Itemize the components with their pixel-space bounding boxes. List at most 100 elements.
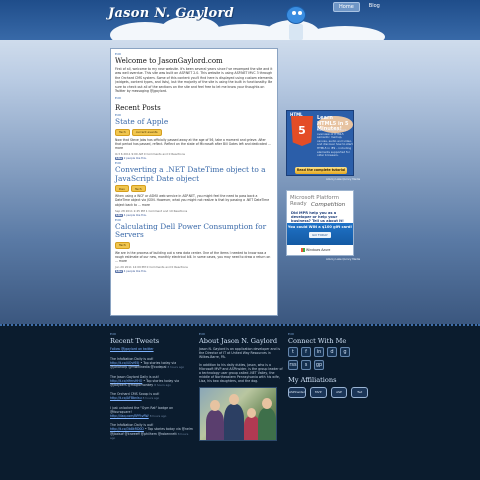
post-title[interactable]: Converting a .NET DateTime object to a J… — [115, 166, 273, 183]
tweet-time[interactable]: 8 hours ago — [154, 383, 171, 387]
facebook-like[interactable]: Like 4 people like this. — [115, 213, 273, 217]
bird-stand — [289, 24, 303, 40]
about-text: Jason N. Gaylord is an application devel… — [199, 347, 281, 360]
about-text: In addition to his daily duties, Jason, … — [199, 362, 283, 384]
site-logo[interactable]: Jason N. Gaylord — [108, 6, 234, 21]
tweet-item: The InfoNation Daily is out! http://t.co… — [110, 423, 194, 440]
photo-face — [262, 397, 272, 409]
edit-link[interactable]: Edit — [115, 52, 273, 56]
connect-section: Edit Connect With Me t f in d g rss s gp… — [288, 332, 368, 398]
post-item: Edit Calculating Dell Power Consumption … — [115, 218, 273, 274]
edit-link[interactable]: Edit — [110, 332, 194, 336]
like-count: 4 people like this. — [123, 270, 147, 274]
facebook-like[interactable]: Like 2 people like this. — [115, 157, 273, 161]
ad-body: Walk through a quick overview of HTML5 s… — [317, 128, 353, 158]
html5-shield-icon: 5 — [291, 116, 313, 146]
recent-tweets: Edit Recent Tweets Follow @jgaylord on t… — [110, 332, 194, 445]
connect-title: Connect With Me — [288, 337, 347, 345]
tweet-link[interactable]: http://t.co/AFBbnlsu — [110, 396, 142, 400]
rss-icon[interactable]: rss — [288, 360, 298, 370]
site-footer: Edit Recent Tweets Follow @jgaylord on t… — [0, 324, 480, 480]
photo-face — [247, 407, 256, 418]
mpr-ad[interactable]: Microsoft Platform Ready Competition Did… — [286, 190, 354, 256]
tweet-item: The Jason Gaylord Daily is out! http://t… — [110, 375, 194, 388]
post-excerpt: When using a WCF or ASMX web service in … — [115, 194, 270, 207]
html5-number: 5 — [298, 124, 306, 137]
post-title[interactable]: State of Apple — [115, 118, 273, 127]
tweet-link[interactable]: http://4sq.com/BPFtvRW — [110, 414, 149, 418]
tag[interactable]: Dev — [115, 185, 129, 193]
about-section: Edit About Jason N. Gaylord Jason N. Gay… — [199, 332, 283, 441]
follow-link[interactable]: Follow @jgaylord on twitter — [110, 347, 194, 351]
welcome-title: Welcome to JasonGaylord.com — [115, 57, 223, 65]
post-title[interactable]: Calculating Dell Power Consumption for S… — [115, 222, 273, 240]
read-tutorial-button[interactable]: Read the complete tutorial — [295, 167, 347, 174]
tweet-item: I just unlocked the "Gym Rat" badge on @… — [110, 406, 194, 419]
edit-link[interactable]: Edit — [115, 96, 273, 100]
ad-caption[interactable]: Ads by Lake Quincy Media — [326, 178, 360, 181]
facebook-icon[interactable]: f — [301, 347, 311, 357]
post-excerpt: Now that Steve Jobs has officially passe… — [115, 137, 271, 151]
aspinsider-badge[interactable]: ASPInsider — [288, 387, 306, 398]
affiliation-badges: ASPInsider MVP ASP Twt — [288, 387, 368, 398]
post-meta: Sep 28 2011 2:45 PM 1 Comment and 10 Rea… — [115, 208, 188, 213]
ad-offer: You could WIN a $100 gift card! — [287, 225, 353, 229]
post-tags: Tech current events — [115, 128, 273, 136]
ad-caption[interactable]: Ads by Lake Quincy Media — [326, 258, 360, 261]
nav-home[interactable]: Home — [333, 2, 360, 12]
post-tags: Dev Tech — [115, 185, 273, 193]
like-icon[interactable]: Like — [115, 270, 123, 274]
tweet-time[interactable]: 8 hours ago — [167, 365, 184, 369]
skype-icon[interactable]: s — [301, 360, 311, 370]
html5-ad[interactable]: HTML 5 Learn HTML5 in 5 Minutes! Walk th… — [286, 110, 354, 176]
mvp-badge[interactable]: MVP — [309, 387, 327, 398]
windows-azure-logo: Windows Azure — [301, 248, 330, 252]
post-meta: Oct 6 2011 9:00 AM 0 Comments and 0 Reac… — [115, 152, 185, 157]
linkedin-icon[interactable]: in — [314, 347, 324, 357]
tag[interactable]: Tech — [130, 185, 146, 193]
tag[interactable]: Tech — [115, 128, 130, 136]
google-plus-icon[interactable]: gp — [314, 360, 324, 370]
github-icon[interactable]: g — [340, 347, 350, 357]
photo-person — [258, 407, 276, 440]
ad-offer-strip: You could WIN a $100 gift card! GO TODAY — [287, 223, 353, 245]
ad-body: Did MPR help you as a developer or help … — [291, 211, 344, 224]
photo-face — [210, 399, 220, 411]
top-nav: Home Blog — [333, 2, 385, 12]
like-icon[interactable]: Like — [115, 213, 123, 217]
tweet-time[interactable]: 8 hours ago — [150, 414, 167, 418]
ad-subtitle: Competition — [311, 202, 346, 208]
post-excerpt: We are in the process of building out a … — [115, 250, 271, 264]
edit-link[interactable]: Edit — [199, 332, 283, 336]
tag[interactable]: current events — [131, 128, 162, 136]
about-title: About Jason N. Gaylord — [199, 337, 278, 345]
welcome-text: First of all, welcome to my new website.… — [115, 67, 273, 94]
photo-face — [229, 393, 239, 405]
post-tags: Tech — [115, 241, 273, 249]
tweet-item: The InfoNation Daily is out! http://t.co… — [110, 357, 194, 370]
asp-badge[interactable]: ASP — [330, 387, 348, 398]
like-count: 2 people like this. — [123, 157, 147, 161]
post-meta: Jun 29 2011 12:09 PM 0 Comments and 0 Re… — [115, 265, 188, 270]
nav-blog[interactable]: Blog — [364, 2, 385, 12]
like-icon[interactable]: Like — [115, 157, 123, 161]
tag[interactable]: Tech — [115, 241, 130, 249]
twitter-bird-icon[interactable] — [286, 6, 306, 24]
edit-link[interactable]: Edit — [288, 332, 368, 336]
recent-posts-title: Recent Posts — [115, 104, 161, 113]
twitter-icon[interactable]: t — [288, 347, 298, 357]
tweets-title: Recent Tweets — [110, 337, 160, 345]
social-icons: t f in d g rss s gp — [288, 347, 358, 370]
photo-person — [206, 409, 224, 440]
photo-person — [224, 403, 244, 440]
post-item: Edit State of Apple Tech current events … — [115, 113, 273, 161]
go-today-button[interactable]: GO TODAY — [309, 232, 331, 238]
brand-name: Windows Azure — [306, 248, 331, 252]
facebook-like[interactable]: Like 4 people like this. — [115, 270, 273, 274]
tweet-item: The Orchard CMS Scoop is out! http://t.c… — [110, 392, 194, 400]
like-count: 4 people like this. — [123, 213, 147, 217]
twt-badge[interactable]: Twt — [351, 387, 368, 398]
digg-icon[interactable]: d — [327, 347, 337, 357]
tweet-time[interactable]: 8 hours ago — [143, 396, 160, 400]
tweet-text: I just unlocked the "Gym Rat" badge on @… — [110, 405, 174, 414]
